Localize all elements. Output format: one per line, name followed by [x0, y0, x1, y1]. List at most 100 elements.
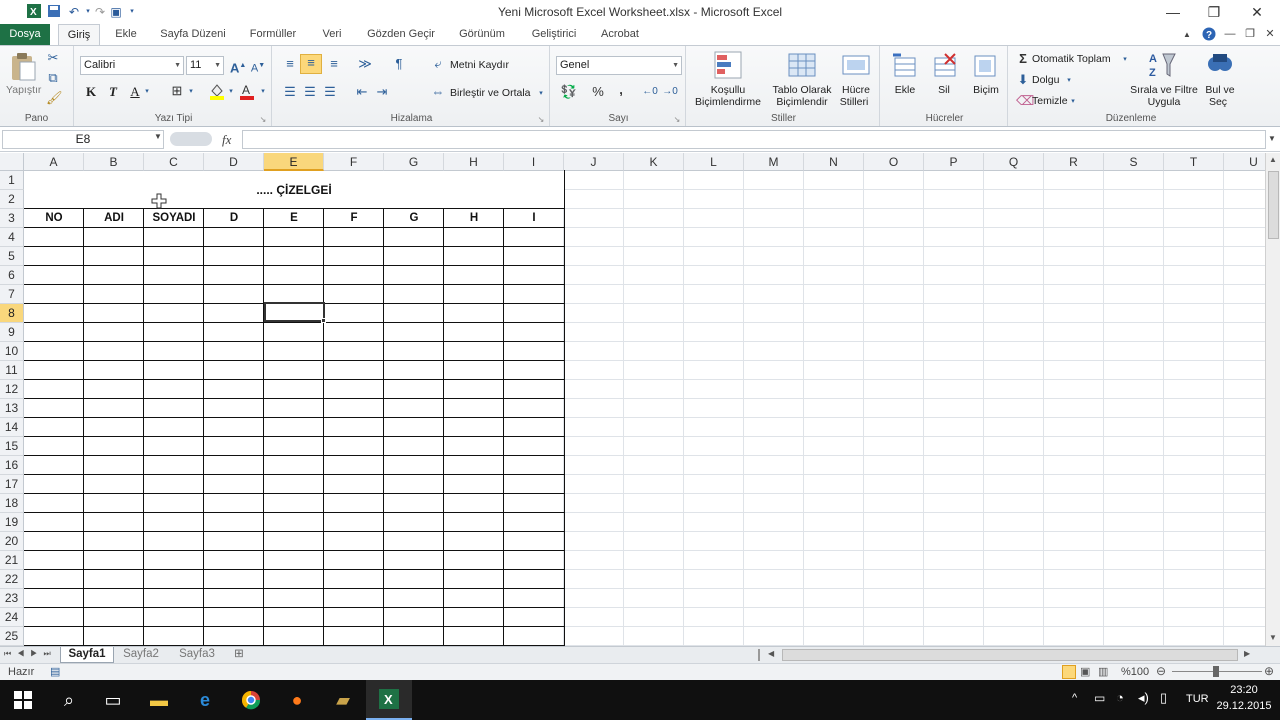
row-header-14[interactable]: 14 — [0, 418, 24, 437]
row-header-2[interactable]: 2 — [0, 190, 24, 209]
format-as-table-icon[interactable] — [786, 50, 818, 82]
help-icon[interactable]: ? — [1200, 24, 1218, 45]
name-box[interactable]: E8 — [2, 130, 164, 149]
scroll-right-icon[interactable]: ▶ — [1244, 649, 1250, 658]
zoom-level[interactable]: %100 — [1121, 666, 1149, 678]
delete-cells-icon[interactable] — [930, 52, 960, 82]
tab-review[interactable]: Gözden Geçir — [361, 24, 441, 45]
column-header-A[interactable]: A — [24, 153, 84, 171]
firefox-icon[interactable]: ● — [274, 680, 320, 720]
font-size-combo[interactable]: 11 ▼ — [186, 56, 224, 75]
vertical-scroll-thumb[interactable] — [1268, 171, 1279, 239]
chevron-down-icon[interactable]: ▾ — [186, 84, 196, 100]
normal-view-icon[interactable] — [1062, 665, 1076, 679]
language-indicator[interactable]: TUR — [1186, 693, 1209, 705]
decrease-indent-icon[interactable]: ⇤ — [352, 84, 372, 100]
find-select-icon[interactable] — [1204, 50, 1236, 82]
formula-input[interactable] — [242, 130, 1266, 149]
increase-indent-icon[interactable]: ⇥ — [372, 84, 392, 100]
format-as-table-label-1[interactable]: Tablo Olarak — [766, 84, 838, 96]
row-header-9[interactable]: 9 — [0, 323, 24, 342]
fill-handle[interactable] — [321, 318, 326, 323]
fill-color-icon[interactable] — [208, 82, 226, 104]
column-header-C[interactable]: C — [144, 153, 204, 171]
column-header-J[interactable]: J — [564, 153, 624, 171]
dialog-launcher-icon[interactable]: ↘ — [672, 112, 682, 128]
chevron-down-icon[interactable]: ▾ — [536, 86, 546, 102]
task-view-icon[interactable]: ▭ — [90, 680, 136, 720]
align-bottom-icon[interactable]: ≡ — [324, 56, 344, 72]
table-header-cell[interactable]: D — [204, 209, 264, 228]
format-painter-icon[interactable]: 🖌 — [46, 90, 63, 106]
row-header-16[interactable]: 16 — [0, 456, 24, 475]
tab-developer[interactable]: Geliştirici — [524, 24, 584, 45]
column-header-U[interactable]: U — [1224, 153, 1265, 171]
column-header-F[interactable]: F — [324, 153, 384, 171]
row-header-24[interactable]: 24 — [0, 608, 24, 627]
clock-date[interactable]: 29.12.2015 — [1214, 700, 1274, 712]
table-header-cell[interactable]: H — [444, 209, 504, 228]
horizontal-scroll-thumb[interactable] — [782, 649, 1238, 661]
column-header-I[interactable]: I — [504, 153, 564, 171]
column-header-M[interactable]: M — [744, 153, 804, 171]
conditional-formatting-label-1[interactable]: Koşullu — [688, 84, 768, 96]
format-cells-icon[interactable] — [970, 52, 1000, 82]
restore-button[interactable]: ❐ — [1194, 0, 1234, 24]
sheet-tab-3[interactable]: Sayfa3 — [170, 647, 224, 663]
decrease-decimal-icon[interactable]: →0 — [660, 84, 680, 100]
font-color-icon[interactable]: A — [238, 82, 256, 104]
minimize-button[interactable]: — — [1153, 0, 1193, 24]
dialog-launcher-icon[interactable]: ↘ — [258, 112, 268, 128]
fill-icon[interactable]: ⬇ — [1016, 72, 1030, 88]
table-header-cell[interactable]: G — [384, 209, 444, 228]
chevron-down-icon[interactable]: ▾ — [1068, 94, 1078, 110]
autosum-icon[interactable]: Σ — [1016, 51, 1030, 67]
row-header-23[interactable]: 23 — [0, 589, 24, 608]
tab-formulas[interactable]: Formüller — [243, 24, 303, 45]
workbook-minimize-icon[interactable]: — — [1222, 24, 1238, 45]
clear-button[interactable]: Temizle — [1032, 95, 1068, 107]
edge-icon[interactable]: e — [182, 680, 228, 720]
insert-cells-icon[interactable] — [890, 52, 920, 82]
row-header-22[interactable]: 22 — [0, 570, 24, 589]
workbook-restore-icon[interactable]: ❐ — [1242, 24, 1258, 45]
tab-insert[interactable]: Ekle — [108, 24, 144, 45]
row-header-6[interactable]: 6 — [0, 266, 24, 285]
merge-center-icon[interactable]: ⇔ — [430, 84, 446, 100]
column-header-L[interactable]: L — [684, 153, 744, 171]
number-format-combo[interactable]: Genel ▼ — [556, 56, 682, 75]
sort-filter-icon[interactable]: AZ — [1146, 50, 1178, 82]
clock-time[interactable]: 23:20 — [1218, 684, 1270, 696]
merge-center-button[interactable]: Birleştir ve Ortala — [450, 87, 531, 99]
align-top-icon[interactable]: ≡ — [280, 56, 300, 72]
sort-filter-label-1[interactable]: Sırala ve Filtre — [1128, 84, 1200, 96]
column-header-T[interactable]: T — [1164, 153, 1224, 171]
underline-button[interactable]: A — [128, 84, 142, 100]
percent-button[interactable]: % — [590, 84, 606, 100]
clear-icon[interactable]: ⌫ — [1016, 93, 1034, 109]
dialog-launcher-icon[interactable]: ↘ — [536, 112, 546, 128]
battery-icon[interactable]: ▭ — [1094, 691, 1105, 705]
chevron-down-icon[interactable]: ▾ — [1064, 73, 1074, 89]
align-left-icon[interactable]: ☰ — [280, 84, 300, 100]
row-header-20[interactable]: 20 — [0, 532, 24, 551]
tab-data[interactable]: Veri — [314, 24, 350, 45]
table-header-cell[interactable]: E — [264, 209, 324, 228]
sheet-title-cell[interactable]: ..... ÇİZELGEİ — [24, 181, 564, 200]
zoom-in-icon[interactable]: ⊕ — [1264, 664, 1274, 678]
fill-button[interactable]: Dolgu — [1032, 74, 1059, 86]
italic-button[interactable]: T — [106, 84, 120, 100]
align-center-icon[interactable]: ☰ — [300, 84, 320, 100]
row-header-10[interactable]: 10 — [0, 342, 24, 361]
currency-icon[interactable]: 💱 — [558, 84, 580, 100]
column-header-O[interactable]: O — [864, 153, 924, 171]
scroll-up-icon[interactable]: ▲ — [1269, 155, 1277, 164]
chrome-icon[interactable] — [228, 680, 274, 720]
chevron-down-icon[interactable]: ▼ — [154, 132, 162, 141]
wifi-icon[interactable]: ◔ — [1116, 690, 1124, 705]
sheet-nav-icons[interactable]: ⏮◀▶⏭ — [4, 649, 57, 659]
comma-button[interactable]: , — [614, 82, 628, 98]
copy-icon[interactable]: ⧉ — [46, 70, 60, 86]
paste-label[interactable]: Yapıştır — [6, 84, 41, 96]
table-header-cell[interactable]: I — [504, 209, 564, 228]
